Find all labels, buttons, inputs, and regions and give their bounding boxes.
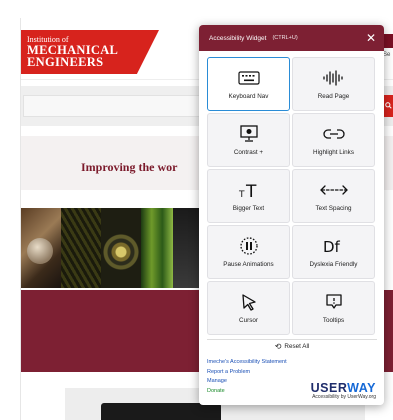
tile-label: Read Page	[317, 93, 350, 100]
tile-label: Highlight Links	[313, 149, 354, 156]
imeche-logo[interactable]: Institution of MECHANICAL ENGINEERS	[21, 30, 159, 74]
cursor-button[interactable]: Cursor	[207, 281, 290, 335]
text-spacing-button[interactable]: Text Spacing	[292, 169, 375, 223]
tile-label: Keyboard Nav	[228, 93, 269, 100]
userway-brand[interactable]: USERWAY Accessibility by UserWay.org	[311, 382, 376, 400]
tile-label: Text Spacing	[315, 205, 352, 212]
brand-part-2: WAY	[347, 381, 376, 395]
pause-icon	[239, 236, 259, 256]
contrast-button[interactable]: Contrast +	[207, 113, 290, 167]
tile-label: Pause Animations	[223, 261, 274, 268]
cursor-icon	[240, 292, 258, 312]
svg-text:Df: Df	[323, 238, 341, 255]
brand-subtitle: Accessibility by UserWay.org	[312, 394, 376, 400]
link-icon	[322, 124, 345, 144]
tile-label: Bigger Text	[232, 205, 265, 212]
report-problem-link[interactable]: Report a Problem	[207, 368, 377, 378]
logo-line-3: ENGINEERS	[27, 55, 104, 69]
pause-animations-button[interactable]: Pause Animations	[207, 225, 290, 279]
hero-image-4[interactable]	[141, 208, 173, 288]
widget-shortcut: (CTRL+U)	[272, 35, 298, 41]
bigger-text-button[interactable]: TT Bigger Text	[207, 169, 290, 223]
brand-part-1: USER	[310, 381, 348, 395]
highlight-links-button[interactable]: Highlight Links	[292, 113, 375, 167]
svg-text:T: T	[245, 182, 257, 199]
keyboard-nav-button[interactable]: Keyboard Nav	[207, 57, 290, 111]
accessibility-statement-link[interactable]: Imeche's Accessibility Statement	[207, 358, 377, 368]
hero-title: Improving the wor	[81, 160, 178, 174]
reset-all-button[interactable]: ⟲ Reset All	[207, 339, 377, 353]
svg-text:T: T	[238, 190, 245, 199]
widget-header: Accessibility Widget (CTRL+U) ✕	[199, 25, 384, 51]
hero-image-1[interactable]	[21, 208, 61, 288]
userway-logo: USERWAY	[310, 381, 376, 395]
tile-label: Contrast +	[233, 149, 264, 156]
content-image	[101, 403, 221, 420]
header-side-text: Se	[383, 52, 391, 58]
tooltip-icon	[325, 292, 343, 312]
reset-icon: ⟲	[274, 342, 282, 351]
text-size-icon: TT	[237, 180, 261, 200]
header-account-icon[interactable]	[383, 34, 393, 48]
hero-image-3[interactable]	[101, 208, 141, 288]
tile-label: Tooltips	[322, 317, 345, 324]
soundwave-icon	[322, 68, 346, 88]
close-icon[interactable]: ✕	[366, 32, 376, 44]
feature-grid: Keyboard Nav Read Page Contrast + Highli…	[207, 57, 377, 335]
contrast-icon	[239, 124, 259, 144]
hero-image-2[interactable]	[61, 208, 101, 288]
keyboard-icon	[237, 68, 260, 88]
dyslexia-icon: Df	[322, 236, 346, 256]
image-strip	[21, 208, 211, 288]
screen: Institution of MECHANICAL ENGINEERS Se I…	[0, 0, 393, 420]
reset-label: Reset All	[284, 343, 310, 350]
widget-title: Accessibility Widget	[209, 34, 267, 42]
tile-label: Cursor	[239, 317, 258, 324]
text-spacing-icon	[319, 180, 348, 200]
tile-label: Dyslexia Friendly	[309, 261, 358, 268]
dyslexia-friendly-button[interactable]: Df Dyslexia Friendly	[292, 225, 375, 279]
tooltips-button[interactable]: Tooltips	[292, 281, 375, 335]
read-page-button[interactable]: Read Page	[292, 57, 375, 111]
search-icon[interactable]	[383, 95, 393, 117]
accessibility-widget: Accessibility Widget (CTRL+U) ✕ Keyboard…	[199, 25, 384, 405]
